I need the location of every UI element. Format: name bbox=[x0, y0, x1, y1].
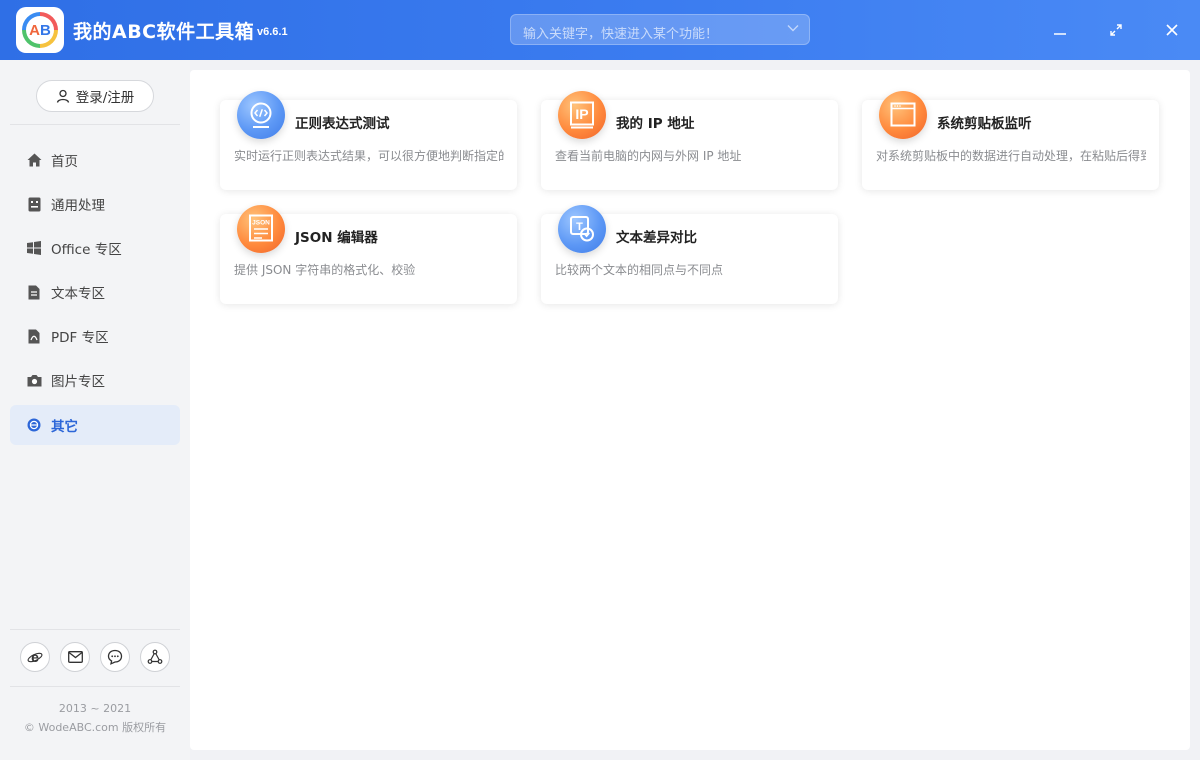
app-title: 我的ABC软件工具箱 bbox=[73, 21, 255, 43]
tool-title: 文本差异对比 bbox=[616, 230, 697, 246]
tool-description: 查看当前电脑的内网与外网 IP 地址 bbox=[555, 149, 742, 163]
tool-card-clipboard-monitor[interactable]: 系统剪贴板监听 对系统剪贴板中的数据进行自动处理，在粘贴后得到 bbox=[862, 91, 1159, 190]
expand-icon bbox=[1110, 24, 1122, 36]
divider bbox=[10, 124, 180, 125]
copyright-years: 2013 ~ 2021 bbox=[58, 702, 132, 715]
general-icon bbox=[26, 196, 42, 212]
title-bar: AB 我的ABC软件工具箱 v6.6.1 输入关键字，快速进入某个功能！ bbox=[0, 0, 1200, 60]
camera-icon bbox=[26, 372, 42, 388]
tool-description: 比较两个文本的相同点与不同点 bbox=[555, 263, 724, 277]
text-file-icon bbox=[26, 284, 42, 300]
app-logo: AB bbox=[16, 7, 64, 53]
ie-browser-icon: e bbox=[27, 649, 43, 665]
code-icon bbox=[237, 91, 285, 139]
sidebar-item-label: 其它 bbox=[51, 419, 78, 435]
sidebar-item-home[interactable]: 首页 bbox=[10, 140, 180, 180]
sidebar-item-label: Office 专区 bbox=[51, 242, 122, 258]
search-input[interactable]: 输入关键字，快速进入某个功能！ bbox=[523, 23, 718, 42]
tool-card-text-diff[interactable]: T 文本差异对比 比较两个文本的相同点与不同点 bbox=[541, 205, 838, 304]
user-icon bbox=[56, 89, 69, 103]
sidebar-item-pdf[interactable]: PDF 专区 bbox=[10, 316, 180, 356]
sidebar: 登录/注册 首页 通用处理 Office 专区 文本专区 PDF 专区 图片专区… bbox=[0, 60, 190, 760]
minimize-button[interactable] bbox=[1048, 18, 1072, 42]
pdf-file-icon bbox=[26, 328, 42, 344]
clipboard-window-icon bbox=[879, 91, 927, 139]
sidebar-item-label: 图片专区 bbox=[51, 374, 105, 390]
sidebar-item-text[interactable]: 文本专区 bbox=[10, 272, 180, 312]
tool-description: 提供 JSON 字符串的格式化、校验 bbox=[234, 263, 416, 277]
sidebar-item-general[interactable]: 通用处理 bbox=[10, 184, 180, 224]
minimize-icon bbox=[1054, 33, 1066, 35]
other-icon bbox=[26, 417, 42, 433]
sidebar-item-label: 文本专区 bbox=[51, 286, 105, 302]
sidebar-item-label: 通用处理 bbox=[51, 198, 105, 214]
main-panel: 正则表达式测试 实时运行正则表达式结果，可以很方便地判断指定的 IP 我的 IP… bbox=[190, 70, 1190, 750]
search-box[interactable]: 输入关键字，快速进入某个功能！ bbox=[510, 14, 810, 45]
home-icon bbox=[26, 152, 42, 168]
sidebar-item-image[interactable]: 图片专区 bbox=[10, 360, 180, 400]
divider bbox=[10, 686, 180, 687]
tool-card-my-ip[interactable]: IP 我的 IP 地址 查看当前电脑的内网与外网 IP 地址 bbox=[541, 91, 838, 190]
sidebar-item-label: PDF 专区 bbox=[51, 330, 109, 346]
network-button[interactable] bbox=[140, 642, 170, 672]
network-share-icon bbox=[147, 649, 163, 664]
json-icon-label: JSON bbox=[252, 220, 270, 227]
chat-icon bbox=[107, 649, 123, 665]
tool-card-json-editor[interactable]: JSON JSON 编辑器 提供 JSON 字符串的格式化、校验 bbox=[220, 205, 517, 304]
logo-mark: AB bbox=[26, 16, 54, 44]
app-version: v6.6.1 bbox=[257, 26, 288, 38]
browser-button[interactable]: e bbox=[20, 642, 50, 672]
chat-button[interactable] bbox=[100, 642, 130, 672]
login-button[interactable]: 登录/注册 bbox=[36, 80, 154, 112]
close-button[interactable] bbox=[1160, 18, 1184, 42]
json-icon: JSON bbox=[237, 205, 285, 253]
tool-card-regex[interactable]: 正则表达式测试 实时运行正则表达式结果，可以很方便地判断指定的 bbox=[220, 91, 517, 190]
tool-description: 对系统剪贴板中的数据进行自动处理，在粘贴后得到 bbox=[876, 149, 1146, 163]
mail-icon bbox=[67, 651, 83, 663]
tool-title: 正则表达式测试 bbox=[295, 116, 390, 132]
svg-text:e: e bbox=[31, 649, 39, 665]
tool-description: 实时运行正则表达式结果，可以很方便地判断指定的 bbox=[234, 149, 504, 163]
login-label: 登录/注册 bbox=[75, 90, 135, 106]
text-compare-icon: T bbox=[558, 205, 606, 253]
chevron-down-icon[interactable] bbox=[787, 24, 799, 32]
sidebar-item-label: 首页 bbox=[51, 154, 78, 170]
ip-icon: IP bbox=[558, 91, 606, 139]
sidebar-item-other[interactable]: 其它 bbox=[10, 405, 180, 445]
tool-title: JSON 编辑器 bbox=[295, 230, 378, 246]
tool-title: 我的 IP 地址 bbox=[616, 116, 695, 132]
maximize-button[interactable] bbox=[1104, 18, 1128, 42]
windows-icon bbox=[26, 240, 42, 256]
close-icon bbox=[1166, 24, 1178, 36]
sidebar-item-office[interactable]: Office 专区 bbox=[10, 228, 180, 268]
divider bbox=[10, 629, 180, 630]
tool-title: 系统剪贴板监听 bbox=[937, 116, 1032, 132]
ip-icon-label: IP bbox=[575, 106, 588, 122]
logo-ring: AB bbox=[22, 12, 58, 48]
mail-button[interactable] bbox=[60, 642, 90, 672]
copyright-text: © WodeABC.com 版权所有 bbox=[23, 721, 167, 734]
